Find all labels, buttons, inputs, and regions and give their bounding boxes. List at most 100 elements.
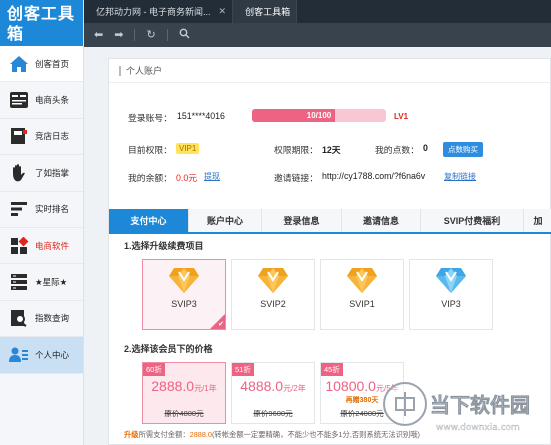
tab-ebrun[interactable]: 亿邦动力网 - 电子商务新闻... ✕ xyxy=(84,0,234,23)
search-icon xyxy=(8,307,30,329)
payment-note: 升级所需支付金额：2888.0(转帐金额一定要精确，不能少也不能多1分,否则系统… xyxy=(124,430,420,440)
tab-toolbox[interactable]: 创客工具箱 xyxy=(233,0,298,23)
level-progress-bar: 10/100 xyxy=(252,109,386,122)
expire-label: 权限期限： xyxy=(274,145,318,155)
expire-value: 12天 xyxy=(322,145,341,155)
price-amount: 10800.0 xyxy=(325,378,376,394)
sidebar-item-star[interactable]: ★星际★ xyxy=(0,264,83,301)
buy-points-button[interactable]: 点数购买 xyxy=(443,142,483,157)
package-name: VIP3 xyxy=(441,299,461,309)
level-badge: LV1 xyxy=(394,112,409,121)
sidebar-item-label: ★星际★ xyxy=(35,277,68,288)
price-unit: 元/2年 xyxy=(283,384,306,393)
news-icon xyxy=(8,89,30,111)
sidebar-item-label: 竞店日志 xyxy=(35,131,70,142)
browser-toolbar: ⬅ ➡ ↻ xyxy=(84,23,551,47)
tab-label: 创客工具箱 xyxy=(245,7,291,17)
step2-title: 2.选择该会员下的价格 xyxy=(124,344,213,354)
browser-tab-bar: 亿邦动力网 - 电子商务新闻... ✕ 创客工具箱 xyxy=(84,0,551,23)
sidebar-item-label: 创客首页 xyxy=(35,58,70,69)
discount-badge: 51折 xyxy=(232,363,254,376)
back-arrow-icon[interactable]: ⬅ xyxy=(94,29,103,41)
tab-label: 亿邦动力网 - 电子商务新闻... xyxy=(96,7,211,17)
price-amount: 4888.0 xyxy=(240,378,284,394)
discount-badge: 45折 xyxy=(321,363,343,376)
user-icon xyxy=(8,344,30,366)
sidebar: 创客工具箱 炼金 创客首页 电商头条 竞店日志 xyxy=(0,0,84,445)
check-icon: ✔ xyxy=(218,321,224,328)
price-option-2year[interactable]: 51折 4888.0元/2年 原价9600元 xyxy=(231,362,315,424)
package-svip1[interactable]: SVIP1 xyxy=(320,259,404,330)
sidebar-item-label: 电商软件 xyxy=(35,240,70,251)
sidebar-item-log[interactable]: 竞店日志 xyxy=(0,119,83,156)
section-header: 个人账户 xyxy=(109,59,550,83)
tab-svip-benefits[interactable]: SVIP付费福利 xyxy=(421,209,524,232)
forward-arrow-icon[interactable]: ➡ xyxy=(114,29,123,41)
price-unit: 元/1年 xyxy=(194,384,217,393)
tab-invite-info[interactable]: 邀请信息 xyxy=(342,209,421,232)
diamond-icon xyxy=(169,268,199,293)
original-price: 原价4800元 xyxy=(164,409,204,418)
diamond-icon xyxy=(258,268,288,293)
package-name: SVIP1 xyxy=(349,299,375,309)
package-name: SVIP3 xyxy=(171,299,197,309)
close-icon[interactable]: ✕ xyxy=(219,6,227,17)
stack-icon xyxy=(8,271,30,293)
package-name: SVIP2 xyxy=(260,299,286,309)
tab-payment-center[interactable]: 支付中心 xyxy=(109,209,189,232)
package-svip2[interactable]: SVIP2 xyxy=(231,259,315,330)
sidebar-nav: 创客首页 电商头条 竞店日志 了如指掌 实时排名 电商软件 ★星际★ 指数查询 … xyxy=(0,46,83,374)
sidebar-item-palm[interactable]: 了如指掌 xyxy=(0,155,83,192)
watermark-url: www.downxia.com xyxy=(436,423,520,433)
original-price: 原价9600元 xyxy=(253,409,293,418)
package-svip3[interactable]: SVIP3 ✔ xyxy=(142,259,226,330)
toolbar-divider xyxy=(134,29,136,41)
login-value: 151****4016 xyxy=(177,111,225,121)
perm-label: 目前权限： xyxy=(128,145,172,155)
sidebar-item-label: 指数查询 xyxy=(35,313,70,324)
sidebar-item-index[interactable]: 指数查询 xyxy=(0,301,83,338)
hand-icon xyxy=(8,162,30,184)
package-vip3[interactable]: VIP3 xyxy=(409,259,493,330)
price-amount: 2888.0 xyxy=(151,378,195,394)
balance-label: 我的余额： xyxy=(128,173,172,183)
search-icon[interactable] xyxy=(179,28,190,42)
price-option-1year[interactable]: 60折 2888.0元/1年 原价4800元 xyxy=(142,362,226,424)
vip-badge: VIP1 xyxy=(176,143,200,154)
refresh-icon[interactable]: ↻ xyxy=(146,29,155,41)
sidebar-item-home[interactable]: 创客首页 xyxy=(0,46,83,83)
sidebar-item-label: 电商头条 xyxy=(35,95,70,106)
grid-icon xyxy=(8,235,30,257)
withdraw-link[interactable]: 提现 xyxy=(204,171,220,182)
tab-account-center[interactable]: 账户中心 xyxy=(189,209,262,232)
sidebar-item-label: 了如指掌 xyxy=(35,167,70,178)
ranking-icon xyxy=(8,198,30,220)
tab-login-info[interactable]: 登录信息 xyxy=(262,209,342,232)
invite-label: 邀请链接： xyxy=(274,173,318,183)
invite-url: http://cy1788.com/?f6na6v xyxy=(322,171,426,181)
app-title: 创客工具箱 xyxy=(7,6,76,43)
section-title: 个人账户 xyxy=(126,66,163,76)
payment-text: 所需支付金额： xyxy=(138,430,190,439)
tab-more[interactable]: 加 xyxy=(524,209,551,232)
app-window: 创客工具箱 炼金 创客首页 电商头条 竞店日志 xyxy=(0,0,551,445)
sidebar-item-software[interactable]: 电商软件 xyxy=(0,228,83,265)
upgrade-word: 升级 xyxy=(124,430,139,439)
diamond-icon xyxy=(347,268,377,293)
sidebar-item-ranking[interactable]: 实时排名 xyxy=(0,192,83,228)
discount-badge: 60折 xyxy=(143,363,165,376)
sidebar-item-label: 个人中心 xyxy=(35,349,70,360)
payment-amount: 2888.0 xyxy=(189,430,212,439)
home-icon xyxy=(8,53,30,75)
log-icon xyxy=(8,125,30,147)
copy-link-button[interactable]: 复制链接 xyxy=(444,171,476,182)
brand-header: 创客工具箱 炼金 xyxy=(0,0,83,57)
account-subtabs: 支付中心 账户中心 登录信息 邀请信息 SVIP付费福利 加 xyxy=(109,209,551,234)
watermark-brand: 当下软件园 xyxy=(430,393,530,417)
sidebar-item-news[interactable]: 电商头条 xyxy=(0,82,83,119)
points-value: 0 xyxy=(423,143,428,153)
sidebar-item-profile[interactable]: 个人中心 xyxy=(0,337,83,374)
step1-title: 1.选择升级续费项目 xyxy=(124,241,204,251)
diamond-icon xyxy=(436,268,466,293)
sidebar-item-label: 实时排名 xyxy=(35,204,70,215)
